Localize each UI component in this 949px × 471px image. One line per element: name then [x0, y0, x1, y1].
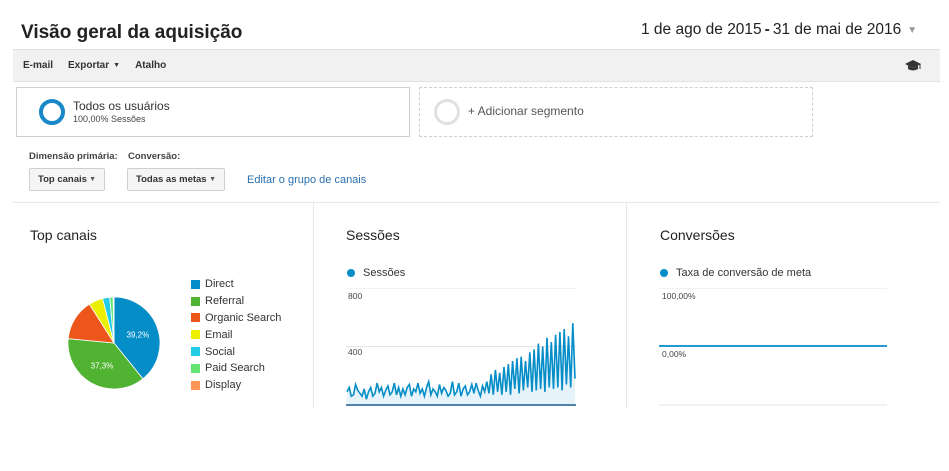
report-toolbar: E-mail Exportar ▼ Atalho — [13, 49, 940, 82]
legend-swatch — [191, 380, 200, 390]
legend-label: Display — [205, 379, 242, 392]
page-title: Visão geral da aquisição — [21, 22, 243, 43]
legend-label: Direct — [205, 278, 234, 291]
legend-swatch — [191, 279, 200, 289]
panel-divider — [313, 202, 314, 408]
legend-label: Paid Search — [205, 362, 265, 375]
top-channels-pie-chart[interactable]: 39,2% 37,3% — [60, 289, 168, 397]
sessions-series-label: Sessões — [363, 267, 406, 279]
legend-item-display: Display — [191, 377, 281, 394]
empty-segment-ring-icon — [434, 99, 460, 125]
edit-channel-group-link[interactable]: Editar o grupo de canais — [247, 174, 366, 186]
series-dot-icon — [347, 269, 355, 277]
conversions-series-label: Taxa de conversão de meta — [676, 267, 812, 279]
chevron-down-icon: ▼ — [89, 176, 96, 183]
legend-item-referral: Referral — [191, 293, 281, 310]
legend-item-paid-search: Paid Search — [191, 360, 281, 377]
conversions-title: Conversões — [660, 227, 735, 243]
date-end: 31 de mai de 2016 — [772, 21, 902, 38]
add-segment-label: + Adicionar segmento — [468, 104, 584, 118]
email-button[interactable]: E-mail — [23, 60, 53, 71]
legend-item-organic-search: Organic Search — [191, 310, 281, 327]
conversions-series-legend: Taxa de conversão de meta — [660, 267, 811, 279]
top-channels-title: Top canais — [30, 227, 97, 243]
graduation-cap-icon[interactable] — [904, 59, 922, 73]
legend-swatch — [191, 347, 200, 357]
date-range-selector[interactable]: 1 de ago de 2015 - 31 de mai de 2016 ▼ — [641, 17, 933, 43]
legend-label: Referral — [205, 295, 245, 308]
pie-slice-data-label: 37,3% — [91, 361, 114, 370]
legend-swatch — [191, 330, 200, 340]
conversions-line-chart[interactable] — [659, 288, 889, 408]
date-start: 1 de ago de 2015 — [641, 21, 762, 38]
legend-label: Organic Search — [205, 311, 282, 324]
legend-swatch — [191, 296, 200, 306]
panel-divider — [626, 202, 627, 408]
legend-item-email: Email — [191, 326, 281, 343]
legend-swatch — [191, 363, 200, 373]
conversion-value: Todas as metas — [136, 174, 207, 185]
pie-slice-data-label: 39,2% — [127, 331, 150, 340]
chevron-down-icon: ▼ — [113, 62, 121, 69]
segment-name: Todos os usuários — [73, 99, 170, 113]
legend-swatch — [191, 313, 200, 323]
conversion-label: Conversão: — [128, 151, 181, 162]
chevron-down-icon: ▼ — [209, 176, 216, 183]
segment-all-users[interactable]: Todos os usuários 100,00% Sessões — [16, 87, 410, 137]
legend-item-social: Social — [191, 343, 281, 360]
sessions-area-chart[interactable] — [346, 288, 578, 408]
sessions-title: Sessões — [346, 227, 400, 243]
legend-item-direct: Direct — [191, 276, 281, 293]
chevron-down-icon: ▼ — [907, 24, 918, 36]
primary-dimension-select[interactable]: Top canais ▼ — [29, 168, 105, 191]
pie-legend: Direct Referral Organic Search Email Social P… — [191, 276, 281, 394]
series-dot-icon — [660, 269, 668, 277]
sessions-series-legend: Sessões — [347, 267, 405, 279]
sessions-series-line — [346, 323, 576, 400]
date-separator: - — [764, 21, 770, 38]
primary-dimension-value: Top canais — [38, 174, 87, 185]
conversion-select[interactable]: Todas as metas ▼ — [127, 168, 225, 191]
segment-detail: 100,00% Sessões — [73, 114, 146, 124]
export-button[interactable]: Exportar ▼ — [68, 60, 120, 71]
add-segment-button[interactable]: + Adicionar segmento — [419, 87, 813, 137]
segment-ring-icon — [39, 99, 65, 125]
legend-label: Email — [205, 328, 233, 341]
shortcut-button[interactable]: Atalho — [135, 60, 166, 71]
export-label: Exportar — [68, 60, 110, 71]
primary-dimension-label: Dimensão primária: — [29, 151, 118, 162]
legend-label: Social — [205, 345, 235, 358]
